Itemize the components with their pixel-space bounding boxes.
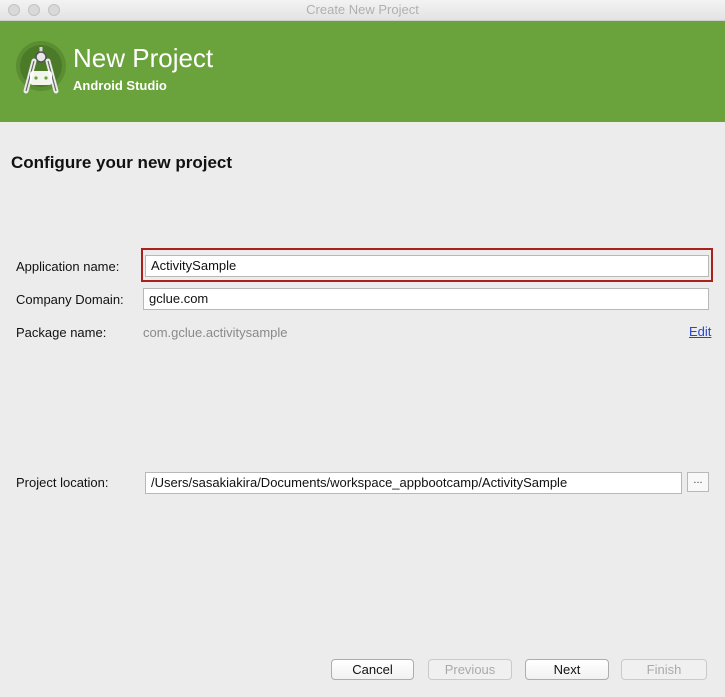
next-button[interactable]: Next bbox=[525, 659, 609, 680]
finish-button[interactable]: Finish bbox=[621, 659, 707, 680]
browse-location-button[interactable]: ... bbox=[687, 472, 709, 492]
application-name-label: Application name: bbox=[16, 259, 120, 274]
title-bar: Create New Project bbox=[0, 0, 725, 21]
edit-package-link[interactable]: Edit bbox=[689, 324, 711, 339]
project-location-label: Project location: bbox=[16, 475, 109, 490]
package-name-label: Package name: bbox=[16, 325, 107, 340]
android-studio-logo-icon bbox=[16, 41, 66, 94]
banner-subtitle: Android Studio bbox=[73, 78, 167, 93]
page-title: Configure your new project bbox=[11, 153, 233, 172]
header-banner: New Project Android Studio bbox=[0, 21, 725, 122]
cancel-button[interactable]: Cancel bbox=[331, 659, 414, 680]
company-domain-label: Company Domain: bbox=[16, 292, 124, 307]
previous-button[interactable]: Previous bbox=[428, 659, 512, 680]
window-title: Create New Project bbox=[306, 2, 419, 17]
project-location-input[interactable]: /Users/sasakiakira/Documents/workspace_a… bbox=[145, 472, 682, 494]
package-name-value: com.gclue.activitysample bbox=[143, 325, 288, 340]
application-name-input[interactable]: ActivitySample bbox=[145, 255, 709, 277]
company-domain-input[interactable]: gclue.com bbox=[143, 288, 709, 310]
banner-title: New Project bbox=[73, 43, 214, 73]
